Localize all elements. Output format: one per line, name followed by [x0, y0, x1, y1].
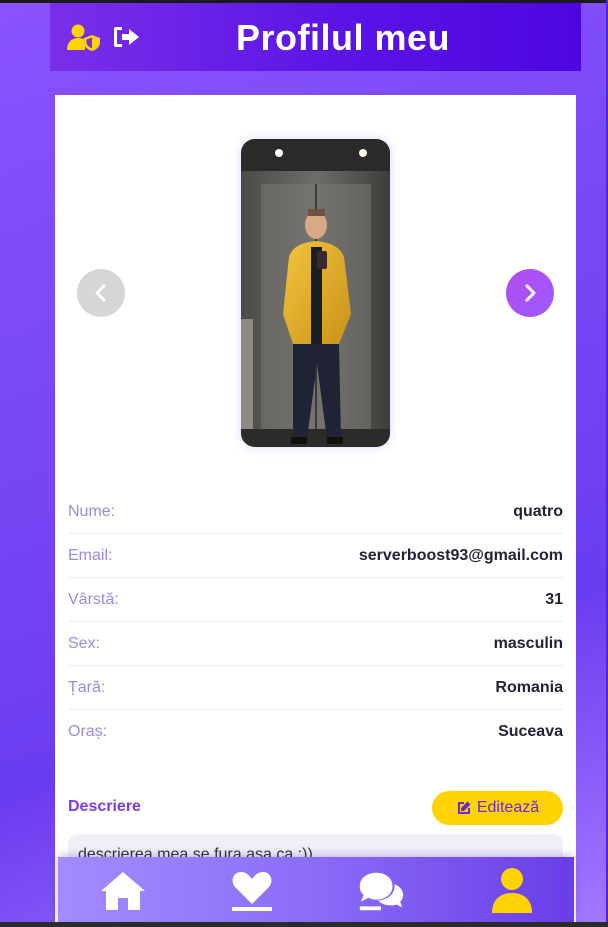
info-label: Email: — [68, 546, 113, 564]
info-value: serverboost93@gmail.com — [358, 546, 563, 564]
info-label: Nume: — [68, 502, 116, 520]
info-row-name: Nume: quatro — [68, 490, 563, 534]
edit-icon — [457, 801, 471, 814]
info-label: Sex: — [68, 634, 101, 652]
profile-card: Nume: quatro Email: serverboost93@gmail.… — [55, 95, 576, 927]
chevron-left-icon — [95, 284, 106, 302]
carousel-next-button[interactable] — [506, 269, 554, 317]
nav-home[interactable] — [98, 867, 148, 915]
user-shield-icon[interactable] — [67, 23, 101, 56]
info-value: 31 — [545, 590, 563, 608]
page-header: Profilul meu — [50, 3, 581, 71]
info-label: Țară: — [68, 678, 106, 696]
chevron-right-icon — [525, 284, 536, 302]
info-row-country: Țară: Romania — [68, 666, 563, 710]
profile-photo[interactable] — [241, 139, 390, 447]
info-label: Vârstă: — [68, 590, 119, 608]
bottom-nav — [58, 857, 574, 922]
info-value: masculin — [493, 634, 563, 652]
info-row-city: Oraș: Suceava — [68, 710, 563, 754]
info-label: Oraș: — [68, 723, 108, 740]
page-title: Profilul meu — [236, 17, 451, 58]
home-icon — [101, 872, 145, 910]
nav-profile[interactable] — [487, 867, 537, 915]
info-row-sex: Sex: masculin — [68, 622, 563, 666]
info-row-email: Email: serverboost93@gmail.com — [68, 534, 563, 578]
window-bottom-edge — [0, 922, 608, 927]
info-value: quatro — [513, 502, 563, 520]
edit-button-label: Editează — [476, 799, 540, 816]
info-value: Suceava — [498, 723, 563, 740]
info-row-age: Vârstă: 31 — [68, 578, 563, 622]
carousel-prev-button[interactable] — [77, 269, 125, 317]
info-value: Romania — [495, 678, 563, 696]
chat-icon — [359, 872, 404, 911]
user-icon — [492, 868, 532, 913]
sign-out-icon[interactable] — [112, 25, 140, 54]
nav-favorites[interactable] — [227, 867, 277, 915]
nav-messages[interactable] — [356, 867, 406, 915]
description-title: Descriere — [68, 798, 141, 815]
edit-button[interactable]: Editează — [432, 791, 563, 825]
heart-icon — [232, 872, 272, 911]
